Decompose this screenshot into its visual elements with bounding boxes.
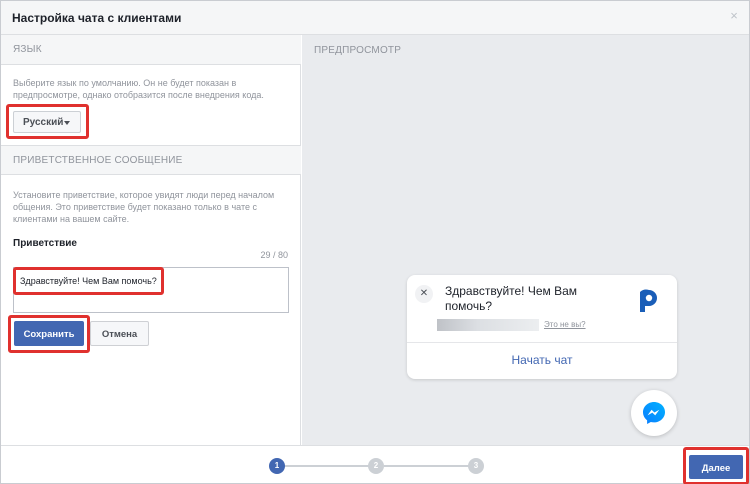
- caret-down-icon: [64, 121, 70, 125]
- greeting-field-label: Приветствие: [13, 238, 77, 249]
- dialog-title: Настройка чата с клиентами: [12, 11, 182, 25]
- language-section-header: ЯЗЫК: [1, 35, 301, 65]
- wizard-footer: 1 2 3: [1, 445, 749, 483]
- messenger-button[interactable]: [631, 390, 677, 436]
- language-dropdown[interactable]: Русский: [13, 111, 81, 133]
- next-button[interactable]: Далее: [689, 455, 743, 479]
- greeting-description: Установите приветствие, которое увидят л…: [13, 190, 275, 224]
- step-track: [284, 465, 376, 467]
- step-indicator-3: 3: [468, 458, 484, 474]
- step-indicator-2: 2: [368, 458, 384, 474]
- cancel-button-label: Отмена: [101, 329, 138, 340]
- character-counter: 29 / 80: [260, 250, 288, 260]
- chat-settings-dialog: Настройка чата с клиентами × ЯЗЫК Выбери…: [0, 0, 750, 484]
- greeting-section-title: ПРИВЕТСТВЕННОЕ СООБЩЕНИЕ: [13, 155, 183, 166]
- user-name-blurred: [437, 319, 539, 331]
- save-button[interactable]: Сохранить: [14, 321, 84, 346]
- settings-panel: ЯЗЫК Выберите язык по умолчанию. Он не б…: [1, 35, 301, 445]
- not-you-link[interactable]: Это не вы?: [544, 320, 586, 329]
- language-selected: Русский: [23, 117, 64, 128]
- save-button-label: Сохранить: [23, 329, 75, 340]
- step-indicator-1: 1: [269, 458, 285, 474]
- greeting-textarea[interactable]: Здравствуйте! Чем Вам помочь?: [13, 267, 289, 313]
- close-icon[interactable]: ✕: [415, 285, 433, 303]
- next-button-label: Далее: [701, 463, 731, 474]
- dialog-header: Настройка чата с клиентами ×: [1, 1, 749, 35]
- greeting-text: Здравствуйте! Чем Вам помочь?: [20, 276, 157, 286]
- cancel-button[interactable]: Отмена: [90, 321, 149, 346]
- page-logo-icon: [631, 284, 663, 316]
- greeting-section-header: ПРИВЕТСТВЕННОЕ СООБЩЕНИЕ: [1, 145, 301, 175]
- card-divider: [407, 342, 677, 343]
- close-icon[interactable]: ×: [727, 9, 741, 23]
- preview-greeting-message: Здравствуйте! Чем Вам помочь?: [445, 284, 578, 313]
- language-description: Выберите язык по умолчанию. Он не будет …: [13, 78, 264, 100]
- chat-preview-card: ✕ Здравствуйте! Чем Вам помочь? Это не в…: [407, 275, 677, 379]
- start-chat-button[interactable]: Начать чат: [407, 353, 677, 367]
- step-track: [384, 465, 476, 467]
- language-section-title: ЯЗЫК: [13, 44, 42, 55]
- messenger-icon: [643, 402, 665, 424]
- preview-panel: ПРЕДПРОСМОТР ✕ Здравствуйте! Чем Вам пом…: [302, 35, 749, 445]
- preview-section-title: ПРЕДПРОСМОТР: [314, 45, 402, 56]
